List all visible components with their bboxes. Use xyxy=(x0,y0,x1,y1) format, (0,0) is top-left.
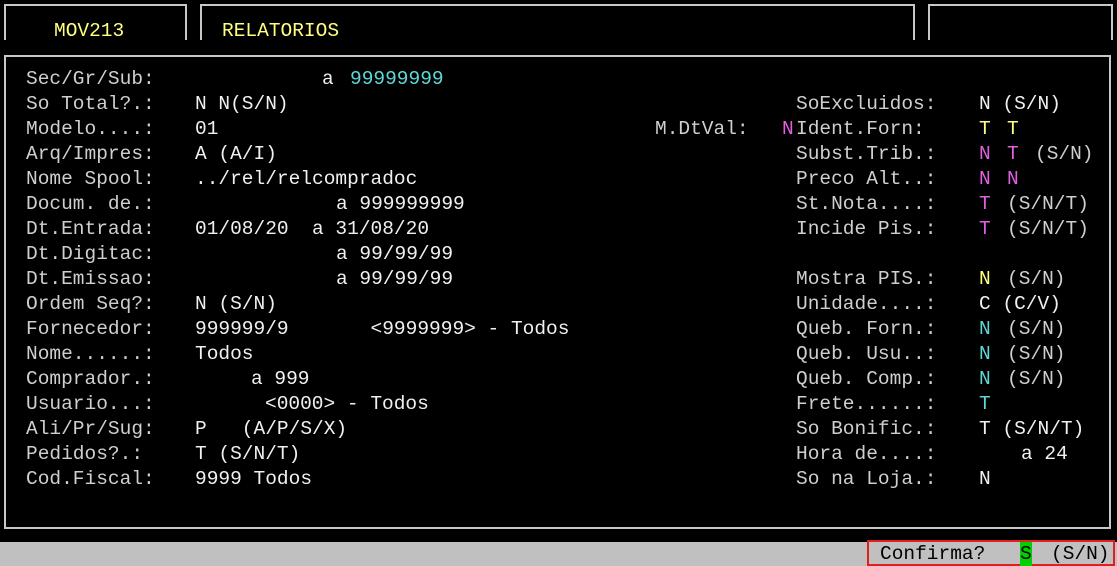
confirm-prompt: Confirma? S (S/N) xyxy=(867,540,1115,566)
label-subst-trib: Subst.Trib.: xyxy=(796,143,937,165)
m-dtval-field[interactable]: N xyxy=(782,117,794,142)
label-docum: Docum. de.: xyxy=(26,193,155,215)
label-frete: Frete......: xyxy=(796,393,937,415)
label-so-bonific: So Bonific.: xyxy=(796,418,937,440)
subst-trib-options: (S/N) xyxy=(1035,143,1094,165)
st-nota-options: (S/N/T) xyxy=(1007,193,1089,215)
preco-alt-field-2[interactable]: N xyxy=(1007,167,1019,192)
label-usuario: Usuario...: xyxy=(26,393,155,415)
frete-field[interactable]: T xyxy=(979,392,991,417)
label-queb-comp: Queb. Comp.: xyxy=(796,368,937,390)
tab-relatorios-label: RELATORIOS xyxy=(222,20,340,42)
st-nota-field[interactable]: T xyxy=(979,192,991,217)
subst-trib-field-1[interactable]: N xyxy=(979,142,991,167)
label-so-excluidos: SoExcluidos: xyxy=(796,93,937,115)
confirm-input[interactable]: S xyxy=(1020,542,1032,566)
ident-forn-field-2[interactable]: T xyxy=(1007,117,1019,142)
queb-usu-options: (S/N) xyxy=(1007,343,1066,365)
dt-entrada-field[interactable]: 01/08/20 a 31/08/20 xyxy=(195,217,429,242)
label-so-total: So Total?.: xyxy=(26,93,155,115)
dt-digitac-field[interactable]: a 99/99/99 xyxy=(336,242,453,267)
confirm-options: (S/N) xyxy=(1051,543,1110,565)
ident-forn-field-1[interactable]: T xyxy=(979,117,991,142)
label-mostra-pis: Mostra PIS.: xyxy=(796,268,937,290)
label-nome-spool: Nome Spool: xyxy=(26,168,155,190)
so-na-loja-field[interactable]: N xyxy=(979,467,991,492)
label-nome: Nome......: xyxy=(26,343,155,365)
tab-relatorios[interactable]: RELATORIOS xyxy=(200,4,915,42)
report-form-panel: Sec/Gr/Sub: a 99999999 So Total?.: N N(S… xyxy=(4,55,1111,529)
label-pedidos: Pedidos?.: xyxy=(26,443,144,465)
ali-pr-sug-field[interactable]: P (A/P/S/X) xyxy=(195,417,347,442)
label-ali-pr-sug: Ali/Pr/Sug: xyxy=(26,418,155,440)
tab-mov213-label: MOV213 xyxy=(54,20,125,42)
tab-empty[interactable] xyxy=(928,4,1113,40)
label-dt-emissao: Dt.Emissao: xyxy=(26,268,155,290)
modelo-field[interactable]: 01 xyxy=(195,117,218,142)
sec-gr-sub-a: a xyxy=(322,68,334,90)
queb-usu-field[interactable]: N xyxy=(979,342,991,367)
cod-fiscal-field[interactable]: 9999 Todos xyxy=(195,467,312,492)
preco-alt-field-1[interactable]: N xyxy=(979,167,991,192)
so-total-field[interactable]: N N(S/N) xyxy=(195,92,289,117)
fornecedor-field[interactable]: 999999/9 <9999999> - Todos xyxy=(195,317,569,342)
hora-de-field[interactable]: a 24 xyxy=(1021,442,1068,467)
usuario-field[interactable]: <0000> - Todos xyxy=(265,392,429,417)
docum-field[interactable]: a 999999999 xyxy=(336,192,465,217)
confirm-label: Confirma? xyxy=(880,543,986,565)
label-so-na-loja: So na Loja.: xyxy=(796,468,937,490)
sec-gr-sub-field[interactable]: 99999999 xyxy=(350,67,444,92)
nome-spool-field[interactable]: ../rel/relcompradoc xyxy=(195,167,417,192)
label-unidade: Unidade....: xyxy=(796,293,937,315)
mostra-pis-field[interactable]: N xyxy=(979,267,991,292)
label-hora-de: Hora de....: xyxy=(796,443,937,465)
label-comprador: Comprador.: xyxy=(26,368,155,390)
label-ident-forn: Ident.Forn: xyxy=(796,118,925,140)
mostra-pis-options: (S/N) xyxy=(1007,268,1066,290)
queb-comp-options: (S/N) xyxy=(1007,368,1066,390)
dt-emissao-field[interactable]: a 99/99/99 xyxy=(336,267,453,292)
subst-trib-field-2[interactable]: T xyxy=(1007,142,1019,167)
label-cod-fiscal: Cod.Fiscal: xyxy=(26,468,155,490)
label-sec-gr-sub: Sec/Gr/Sub: xyxy=(26,68,155,90)
so-bonific-field[interactable]: T (S/N/T) xyxy=(979,417,1084,442)
unidade-field[interactable]: C (C/V) xyxy=(979,292,1061,317)
queb-comp-field[interactable]: N xyxy=(979,367,991,392)
label-arq-impres: Arq/Impres: xyxy=(26,143,155,165)
arq-impres-field[interactable]: A (A/I) xyxy=(195,142,277,167)
label-queb-forn: Queb. Forn.: xyxy=(796,318,937,340)
tab-mov213[interactable]: MOV213 xyxy=(4,4,187,42)
label-dt-entrada: Dt.Entrada: xyxy=(26,218,155,240)
comprador-field[interactable]: a 999 xyxy=(251,367,310,392)
nome-field[interactable]: Todos xyxy=(195,342,254,367)
queb-forn-field[interactable]: N xyxy=(979,317,991,342)
label-fornecedor: Fornecedor: xyxy=(26,318,155,340)
label-modelo: Modelo....: xyxy=(26,118,155,140)
so-excluidos-field[interactable]: N (S/N) xyxy=(979,92,1061,117)
pedidos-field[interactable]: T (S/N/T) xyxy=(195,442,300,467)
incide-pis-field[interactable]: T xyxy=(979,217,991,242)
label-preco-alt: Preco Alt..: xyxy=(796,168,937,190)
label-dt-digitac: Dt.Digitac: xyxy=(26,243,155,265)
queb-forn-options: (S/N) xyxy=(1007,318,1066,340)
ordem-seq-field[interactable]: N (S/N) xyxy=(195,292,277,317)
label-queb-usu: Queb. Usu..: xyxy=(796,343,937,365)
label-incide-pis: Incide Pis.: xyxy=(796,218,937,240)
label-m-dtval: M.DtVal: xyxy=(655,118,749,140)
label-ordem-seq: Ordem Seq?: xyxy=(26,293,155,315)
incide-pis-options: (S/N/T) xyxy=(1007,218,1089,240)
label-st-nota: St.Nota....: xyxy=(796,193,937,215)
